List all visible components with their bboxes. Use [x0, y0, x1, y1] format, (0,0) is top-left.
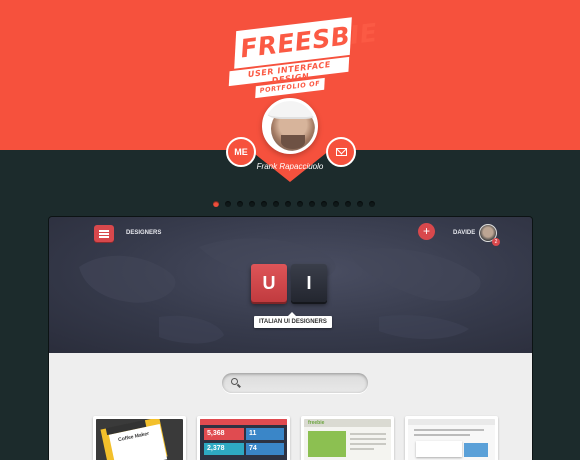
logo-tile-u: U	[251, 264, 287, 302]
pager-dot[interactable]	[285, 201, 291, 207]
mockup-content: Coffee Maker 5,368 11 2,378 74 freebie	[49, 353, 532, 460]
pager-dot[interactable]	[261, 201, 267, 207]
notification-badge: 2	[492, 238, 500, 246]
portfolio-card[interactable]: Coffee Maker	[93, 416, 186, 460]
portfolio-card[interactable]: freebie	[301, 416, 394, 460]
profile-name: Frank Rapacciuolo	[256, 162, 324, 171]
portfolio-card[interactable]: 5,368 11 2,378 74	[197, 416, 290, 460]
card-thumbnail	[408, 419, 495, 460]
card-stat: 74	[246, 443, 284, 455]
slider-pager	[213, 201, 375, 207]
card-stat: 2,378	[204, 443, 244, 455]
card-stat: 11	[246, 428, 284, 440]
card-thumbnail: Coffee Maker	[96, 419, 183, 460]
card-thumbnail: freebie	[304, 419, 391, 460]
pager-dot[interactable]	[309, 201, 315, 207]
search-input[interactable]	[244, 376, 360, 390]
user-name[interactable]: DAVIDE	[453, 230, 475, 236]
card-stat: 5,368	[204, 428, 244, 440]
add-button[interactable]: +	[418, 223, 435, 240]
card-brand: freebie	[308, 420, 325, 426]
pager-dot[interactable]	[225, 201, 231, 207]
nav-title[interactable]: DESIGNERS	[126, 230, 161, 236]
pager-dot[interactable]	[297, 201, 303, 207]
logo-tile-i: I	[291, 264, 327, 302]
search-icon	[231, 378, 238, 385]
search-bar[interactable]	[222, 373, 368, 393]
hero-section: FREESBIE USER INTERFACE DESIGN PORTFOLIO…	[0, 0, 580, 182]
pager-dot[interactable]	[333, 201, 339, 207]
profile-avatar	[262, 98, 318, 154]
pager-dot[interactable]	[273, 201, 279, 207]
tagline: ITALIAN UI DESIGNERS	[254, 312, 332, 328]
pager-dot[interactable]	[249, 201, 255, 207]
menu-button[interactable]	[94, 225, 114, 242]
pager-dot[interactable]	[321, 201, 327, 207]
card-thumbnail: 5,368 11 2,378 74	[200, 419, 287, 460]
pager-dot[interactable]	[213, 201, 219, 207]
me-label: ME	[234, 147, 248, 157]
app-mockup: DESIGNERS + DAVIDE 2 U I ITALIAN UI DESI…	[49, 217, 532, 460]
pager-dot[interactable]	[357, 201, 363, 207]
pager-dot[interactable]	[237, 201, 243, 207]
portfolio-card[interactable]	[405, 416, 498, 460]
mockup-header: DESIGNERS + DAVIDE 2 U I ITALIAN UI DESI…	[49, 217, 532, 353]
mail-icon	[335, 148, 347, 156]
pager-dot[interactable]	[369, 201, 375, 207]
pager-dot[interactable]	[345, 201, 351, 207]
